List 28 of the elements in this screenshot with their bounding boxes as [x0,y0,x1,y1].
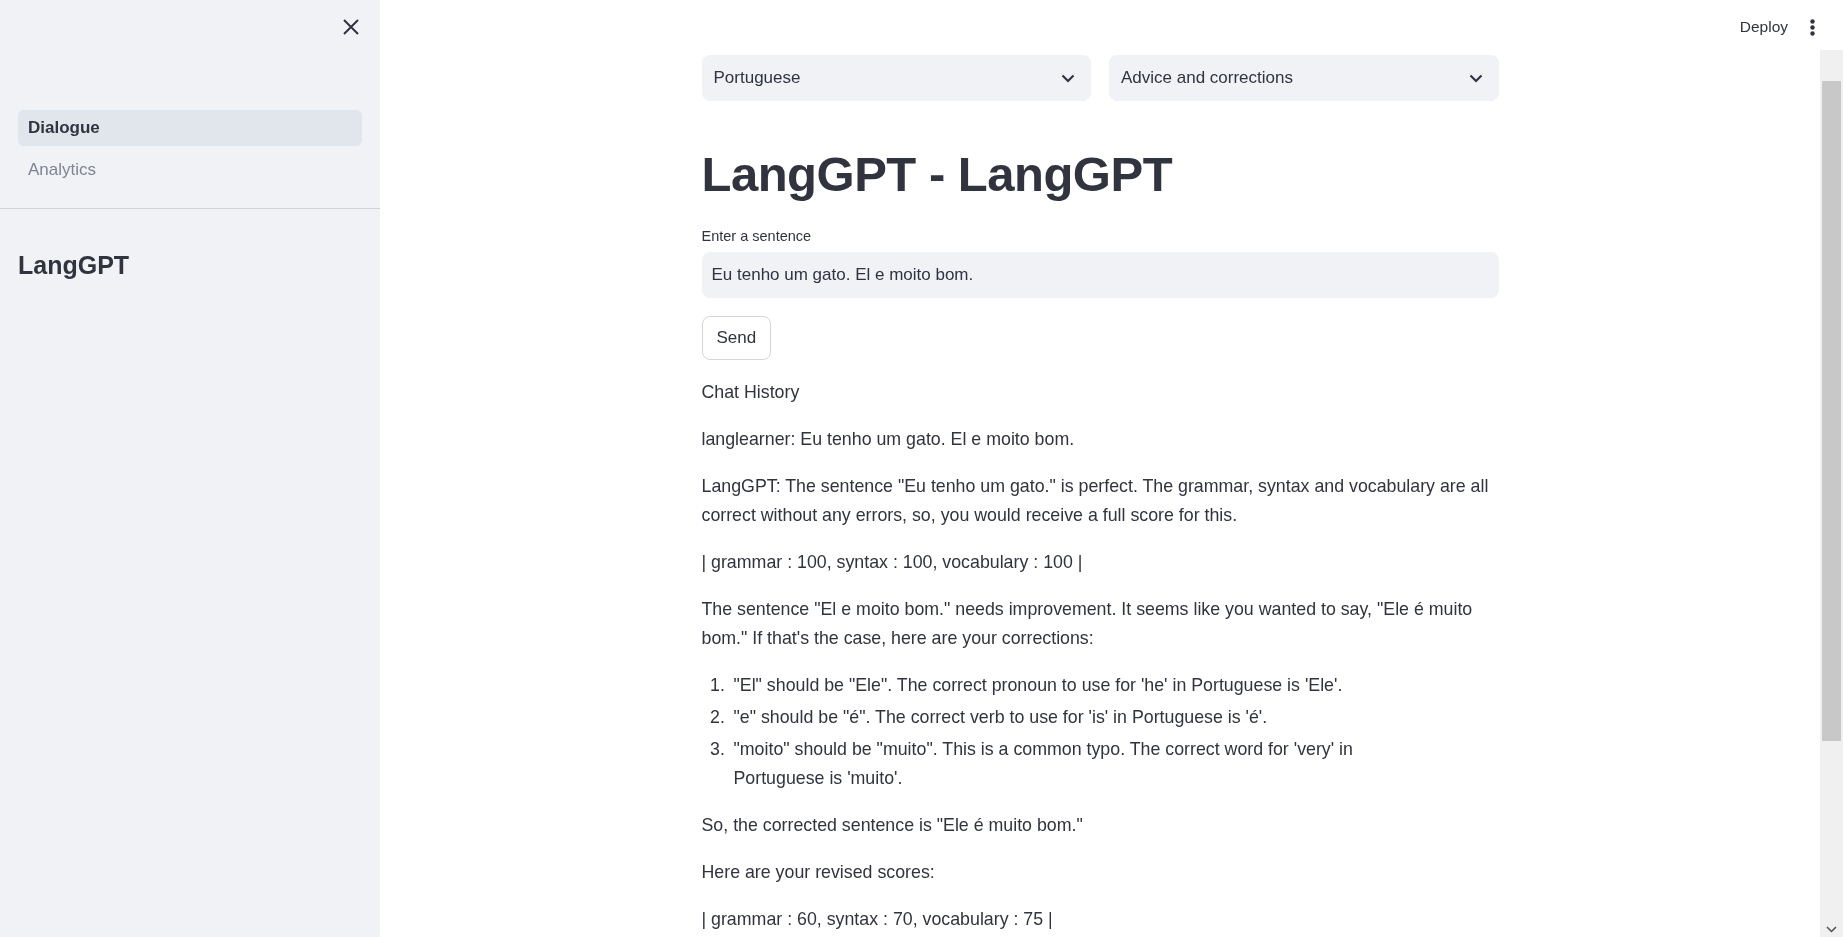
close-icon[interactable] [342,18,360,36]
send-button[interactable]: Send [701,315,772,360]
chat-message: | grammar : 60, syntax : 70, vocabulary : 75 | [701,907,1054,931]
chevron-down-icon [1468,73,1483,83]
chat-message: | grammar : 100, syntax : 100, vocabulary : 100 | [701,550,1084,574]
list-item-text: "e" should be "é". The correct verb to use for 'is' in Portuguese is 'é'. [733,705,1268,729]
list-number: 2. [709,705,726,729]
list-number: 1. [709,673,726,697]
chat-message: LangGPT: The sentence "Eu tenho um gato." is perfect. The grammar, syntax and vocabulary are all correct without any errors, so, you would receive a full score for this. [701,474,1490,527]
more-options-icon[interactable] [1810,18,1815,36]
chat-message: langlearner: Eu tenho um gato. El e moito bom. [701,427,1076,451]
chat-message: Here are your revised scores: [701,860,936,884]
sidebar-nav-link[interactable]: Dialogue [18,110,362,146]
list-number: 3. [709,737,726,761]
page-title: LangGPT - LangGPT [701,146,1174,203]
input-label: Enter a sentence [701,227,813,244]
chevron-down-icon [1061,73,1075,83]
chat-history-heading: Chat History [701,380,801,404]
sentence-input-field[interactable]: Eu tenho um gato. El e moito bom. [701,251,1499,298]
list-item-text: "El" should be "Ele". The correct pronoun to use for 'he' in Portuguese is 'Ele'. [733,673,1343,697]
deploy-button[interactable]: Deploy [1739,14,1788,40]
list-item-text: "moito" should be "muito". This is a common typo. The correct word for 'very' in Portuguese is 'muito'. [733,737,1354,790]
chat-message: So, the corrected sentence is "Ele é muito bom." [701,813,1084,837]
dropdown-select[interactable]: Advice and corrections [1109,55,1499,101]
sidebar-title: LangGPT [18,251,131,280]
chat-message: The sentence "El e moito bom." needs improvement. It seems like you wanted to say, "Ele é muito bom." If that's the case, here are your corrections: [701,597,1474,650]
scrollbar[interactable] [1820,50,1843,937]
dropdown-select[interactable]: Portuguese [701,55,1091,101]
